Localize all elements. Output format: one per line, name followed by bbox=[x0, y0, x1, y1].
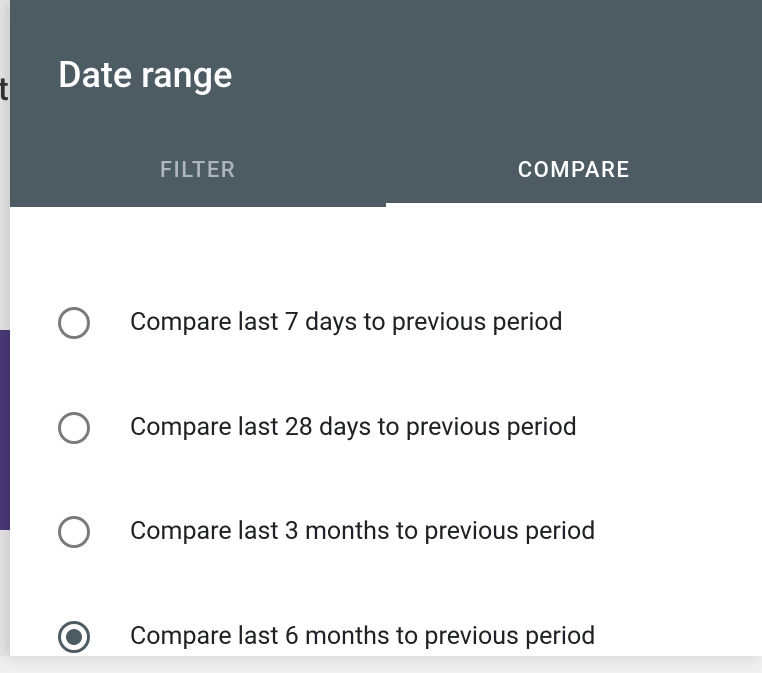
backdrop-text-fragment: t bbox=[0, 70, 9, 108]
option-28-days[interactable]: Compare last 28 days to previous period bbox=[58, 392, 714, 465]
sheet-title: Date range bbox=[10, 0, 762, 136]
radio-icon bbox=[58, 516, 90, 548]
option-7-days[interactable]: Compare last 7 days to previous period bbox=[58, 287, 714, 360]
option-6-months[interactable]: Compare last 6 months to previous period bbox=[58, 601, 714, 673]
option-label: Compare last 28 days to previous period bbox=[130, 412, 577, 445]
date-range-sheet: Date range FILTER COMPARE Compare last 7… bbox=[10, 0, 762, 656]
radio-icon bbox=[58, 412, 90, 444]
radio-icon bbox=[58, 307, 90, 339]
option-3-months[interactable]: Compare last 3 months to previous period bbox=[58, 496, 714, 569]
backdrop-accent bbox=[0, 330, 10, 530]
option-label: Compare last 7 days to previous period bbox=[130, 307, 563, 340]
option-label: Compare last 3 months to previous period bbox=[130, 516, 595, 549]
sheet-header: Date range FILTER COMPARE bbox=[10, 0, 762, 207]
radio-icon-selected bbox=[58, 621, 90, 653]
option-label: Compare last 6 months to previous period bbox=[130, 621, 595, 654]
tab-filter[interactable]: FILTER bbox=[10, 136, 386, 207]
tab-bar: FILTER COMPARE bbox=[10, 136, 762, 207]
compare-options: Compare last 7 days to previous period C… bbox=[10, 207, 762, 673]
tab-compare[interactable]: COMPARE bbox=[386, 136, 762, 207]
